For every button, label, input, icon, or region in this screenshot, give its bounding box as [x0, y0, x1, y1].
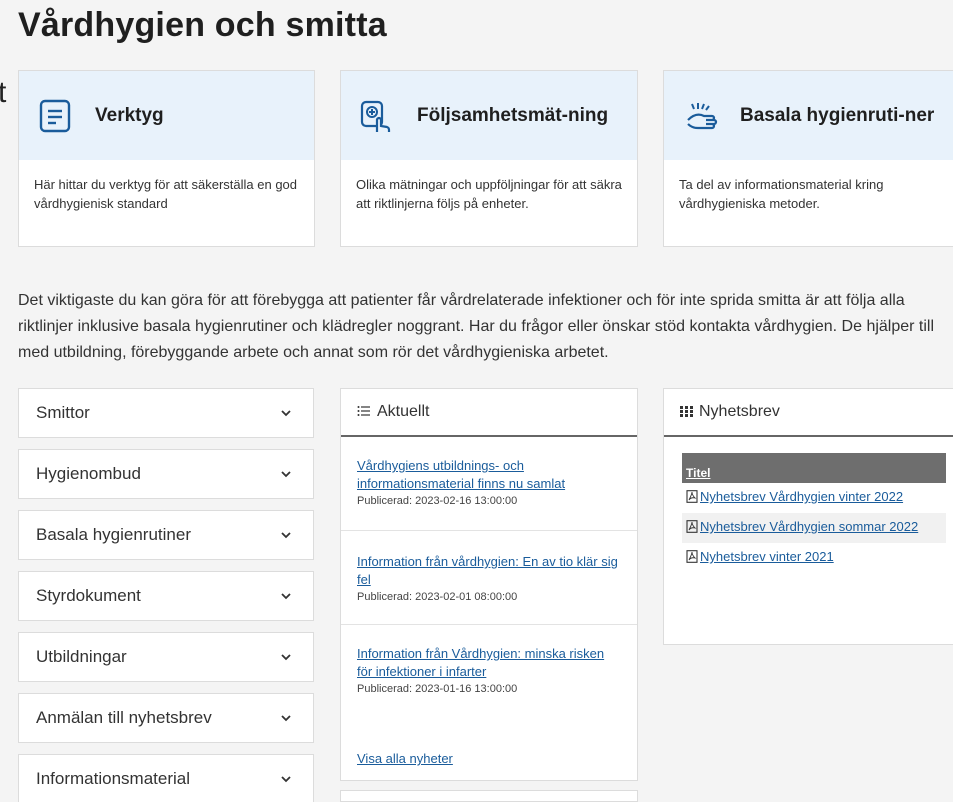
newsletter-heading: Nyhetsbrev [664, 389, 953, 437]
accordion-item-anmalan-nyhetsbrev[interactable]: Anmälan till nyhetsbrev [18, 693, 314, 743]
accordion-label: Informationsmaterial [36, 769, 191, 788]
chevron-down-icon [281, 776, 291, 783]
accordion-item-styrdokument[interactable]: Styrdokument [18, 571, 314, 621]
card-description: Olika mätningar och uppföljningar för at… [356, 177, 622, 211]
newsletter-panel: Nyhetsbrev Titel Nyhetsbrev Vårdhygien v… [663, 388, 953, 645]
news-heading: Aktuellt [341, 389, 637, 437]
accordion-label: Styrdokument [36, 586, 141, 605]
news-panel: Aktuellt Vårdhygiens utbildnings- och in… [340, 388, 638, 781]
news-date: Publicerad: 2023-02-16 13:00:00 [357, 495, 518, 507]
page-title: Vårdhygien och smitta [18, 6, 387, 44]
accordion-item-smittor[interactable]: Smittor [18, 388, 314, 438]
pdf-icon [686, 550, 698, 563]
chevron-down-icon [281, 593, 291, 600]
card-title: Verktyg [95, 105, 164, 126]
chevron-down-icon [281, 654, 291, 661]
accordion-label: Basala hygienrutiner [36, 525, 191, 544]
card-description: Här hittar du verktyg för att säkerställ… [34, 177, 298, 211]
table-row: Nyhetsbrev Vårdhygien sommar 2022 [682, 513, 946, 543]
accordion-label: Smittor [36, 403, 90, 422]
newsletter-table: Titel Nyhetsbrev Vårdhygien vinter 2022 … [682, 453, 946, 573]
accordion-label: Utbildningar [36, 647, 127, 666]
intro-text: Det viktigaste du kan göra för att föreb… [18, 292, 935, 361]
card-title: Följsamhetsmät-ning [417, 105, 609, 126]
next-panel-edge [340, 790, 638, 802]
card-foljsamhetsmatning[interactable]: Följsamhetsmät-ning Olika mätningar och … [340, 70, 638, 247]
card-verktyg[interactable]: Verktyg Här hittar du verktyg för att sä… [18, 70, 315, 247]
card-title: Basala hygienruti-ner [740, 105, 935, 126]
chevron-down-icon [281, 410, 291, 417]
chevron-down-icon [281, 715, 291, 722]
accordion-item-basala-hygienrutiner[interactable]: Basala hygienrutiner [18, 510, 314, 560]
list-icon [357, 404, 371, 420]
card-description: Ta del av informationsmaterial kring vår… [679, 177, 884, 211]
all-news-link[interactable]: Visa alla nyheter [357, 751, 453, 766]
grid-icon [680, 404, 693, 420]
chevron-down-icon [281, 532, 291, 539]
table-row: Nyhetsbrev vinter 2021 [682, 543, 946, 573]
hand-checklist-icon [359, 98, 395, 134]
news-date: Publicerad: 2023-02-01 08:00:00 [357, 591, 518, 603]
news-link[interactable]: Information från vårdhygien: En av tio k… [357, 554, 618, 587]
accordion-item-informationsmaterial[interactable]: Informationsmaterial [18, 754, 314, 802]
news-item: Information från Vårdhygien: minska risk… [341, 625, 637, 695]
table-row: Nyhetsbrev Vårdhygien vinter 2022 [682, 483, 946, 513]
accordion-item-hygienombud[interactable]: Hygienombud [18, 449, 314, 499]
table-header-titel[interactable]: Titel [682, 453, 946, 483]
accordion-label: Hygienombud [36, 464, 141, 483]
news-link[interactable]: Information från Vårdhygien: minska risk… [357, 646, 604, 679]
news-heading-label: Aktuellt [377, 403, 430, 420]
news-item: Information från vårdhygien: En av tio k… [341, 531, 637, 625]
card-basala-hygienrutiner[interactable]: Basala hygienruti-ner Ta del av informat… [663, 70, 953, 247]
news-link[interactable]: Vårdhygiens utbildnings- och information… [357, 458, 565, 491]
partial-text: t [0, 76, 7, 109]
accordion: Smittor Hygienombud Basala hygienrutiner… [18, 388, 314, 802]
handwash-icon [682, 98, 718, 134]
pdf-icon [686, 520, 698, 533]
newsletter-link[interactable]: Nyhetsbrev Vårdhygien sommar 2022 [700, 519, 918, 534]
news-item: Vårdhygiens utbildnings- och information… [341, 437, 637, 531]
accordion-item-utbildningar[interactable]: Utbildningar [18, 632, 314, 682]
news-date: Publicerad: 2023-01-16 13:00:00 [357, 683, 518, 695]
newsletter-link[interactable]: Nyhetsbrev vinter 2021 [700, 549, 834, 564]
newsletter-heading-label: Nyhetsbrev [699, 403, 780, 420]
newsletter-link[interactable]: Nyhetsbrev Vårdhygien vinter 2022 [700, 489, 903, 504]
chevron-down-icon [281, 471, 291, 478]
accordion-label: Anmälan till nyhetsbrev [36, 708, 212, 727]
document-list-icon [37, 98, 73, 134]
pdf-icon [686, 490, 698, 503]
